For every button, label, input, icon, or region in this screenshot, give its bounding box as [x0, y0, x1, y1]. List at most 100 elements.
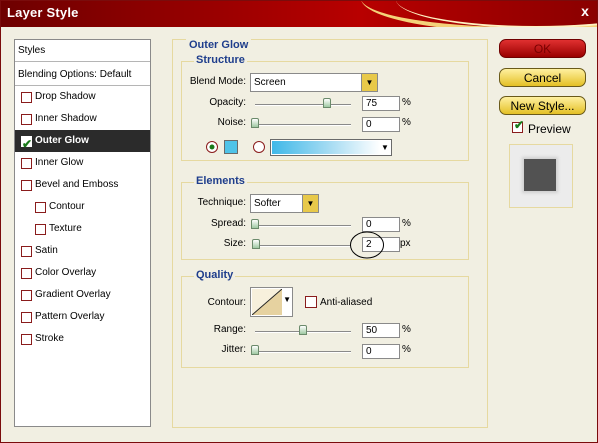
size-label: Size: — [223, 238, 246, 249]
anti-aliased-checkbox[interactable] — [305, 296, 317, 308]
opacity-slider-thumb[interactable] — [323, 98, 331, 108]
ok-button[interactable]: OK — [499, 39, 586, 58]
style-checkbox[interactable]: ✔ — [21, 136, 32, 151]
style-item-satin[interactable]: Satin — [15, 240, 150, 262]
jitter-input[interactable]: 0 — [362, 344, 400, 359]
preview-label: Preview — [528, 122, 571, 136]
style-item-label: Pattern Overlay — [35, 311, 105, 322]
close-icon[interactable]: x — [578, 4, 592, 18]
preview-thumbnail — [509, 144, 573, 208]
style-item-contour[interactable]: Contour — [15, 196, 150, 218]
gradient-radio[interactable] — [252, 140, 266, 154]
style-item-label: Stroke — [35, 333, 64, 344]
style-item-label: Texture — [49, 223, 82, 234]
styles-list-header-label: Styles — [18, 45, 46, 56]
chevron-down-icon: ▼ — [302, 195, 318, 212]
style-checkbox[interactable] — [21, 180, 32, 191]
style-item-texture[interactable]: Texture — [15, 218, 150, 240]
style-item-label: Drop Shadow — [35, 91, 96, 102]
spread-unit: % — [402, 218, 411, 229]
size-slider-thumb[interactable] — [252, 239, 260, 249]
style-item-label: Outer Glow — [35, 135, 89, 146]
blend-mode-select[interactable]: Screen ▼ — [250, 73, 378, 92]
jitter-unit: % — [402, 344, 411, 355]
checkmark-icon: ✔ — [514, 118, 525, 132]
style-item-bevel-and-emboss[interactable]: Bevel and Emboss — [15, 174, 150, 196]
style-checkbox[interactable] — [21, 246, 32, 257]
opacity-slider[interactable] — [255, 104, 351, 106]
noise-slider-thumb[interactable] — [251, 118, 259, 128]
spread-label: Spread: — [210, 218, 246, 229]
contour-picker[interactable]: ▼ — [250, 287, 293, 317]
quality-title: Quality — [194, 269, 236, 281]
style-item-drop-shadow[interactable]: Drop Shadow — [15, 86, 150, 108]
range-input[interactable]: 50 — [362, 323, 400, 338]
style-item-label: Contour — [49, 201, 85, 212]
structure-title: Structure — [194, 54, 247, 66]
style-item-label: Inner Glow — [35, 157, 84, 168]
range-unit: % — [402, 324, 411, 335]
style-checkbox[interactable] — [21, 92, 32, 103]
noise-unit: % — [402, 117, 411, 128]
style-item-label: Color Overlay — [35, 267, 97, 278]
style-checkbox[interactable] — [21, 290, 32, 301]
style-item-inner-glow[interactable]: Inner Glow — [15, 152, 150, 174]
opacity-label: Opacity: — [209, 97, 246, 108]
new-style-button[interactable]: New Style... — [499, 96, 586, 115]
style-checkbox[interactable] — [21, 114, 32, 125]
style-item-inner-shadow[interactable]: Inner Shadow — [15, 108, 150, 130]
style-checkbox[interactable] — [21, 158, 32, 169]
style-checkbox[interactable] — [35, 224, 46, 235]
style-item-pattern-overlay[interactable]: Pattern Overlay — [15, 306, 150, 328]
contour-dropdown-icon[interactable]: ▼ — [283, 295, 291, 304]
style-item-color-overlay[interactable]: Color Overlay — [15, 262, 150, 284]
outer-glow-title: Outer Glow — [186, 39, 252, 51]
glow-color-swatch[interactable] — [224, 140, 238, 154]
style-item-label: Inner Shadow — [35, 113, 97, 124]
style-item-label: Satin — [35, 245, 58, 256]
spread-slider[interactable] — [255, 225, 351, 227]
size-slider[interactable] — [255, 245, 351, 247]
style-checkbox[interactable] — [35, 202, 46, 213]
gradient-picker[interactable]: ▼ — [270, 139, 392, 156]
contour-label: Contour: — [207, 297, 246, 308]
size-unit: px — [400, 238, 411, 249]
anti-aliased-label: Anti-aliased — [320, 297, 373, 308]
style-item-label: Blending Options: Default — [18, 69, 132, 80]
preview-checkbox[interactable]: ✔ — [512, 118, 524, 133]
styles-list: Styles Blending Options: Default Drop Sha… — [14, 39, 151, 427]
style-item-label: Gradient Overlay — [35, 289, 111, 300]
jitter-slider-thumb[interactable] — [251, 345, 259, 355]
technique-select[interactable]: Softer ▼ — [250, 194, 319, 213]
window-title: Layer Style — [7, 5, 79, 20]
style-checkbox[interactable] — [21, 312, 32, 323]
contour-curve-icon — [252, 289, 282, 315]
range-slider-thumb[interactable] — [299, 325, 307, 335]
style-item-outer-glow[interactable]: ✔ Outer Glow — [15, 130, 150, 152]
noise-label: Noise: — [217, 117, 246, 128]
style-item-label: Bevel and Emboss — [35, 179, 119, 190]
size-highlight-circle — [350, 231, 384, 259]
cancel-button[interactable]: Cancel — [499, 68, 586, 87]
style-item-stroke[interactable]: Stroke — [15, 328, 150, 350]
noise-input[interactable]: 0 — [362, 117, 400, 132]
style-checkbox[interactable] — [21, 334, 32, 345]
spread-slider-thumb[interactable] — [251, 219, 259, 229]
title-bar[interactable]: Layer Style x — [1, 1, 597, 27]
elements-title: Elements — [194, 175, 247, 187]
noise-slider[interactable] — [255, 124, 351, 126]
opacity-unit: % — [402, 97, 411, 108]
style-checkbox[interactable] — [21, 268, 32, 279]
jitter-slider[interactable] — [255, 351, 351, 353]
chevron-down-icon: ▼ — [361, 74, 377, 91]
blend-mode-value: Screen — [254, 77, 286, 88]
opacity-input[interactable]: 75 — [362, 96, 400, 111]
style-item-blending-options-default[interactable]: Blending Options: Default — [15, 64, 150, 86]
range-label: Range: — [213, 324, 246, 335]
color-radio-selected[interactable] — [205, 140, 219, 154]
blend-mode-label: Blend Mode: — [189, 76, 246, 87]
gradient-dropdown-icon[interactable]: ▼ — [380, 140, 390, 155]
styles-list-header[interactable]: Styles — [15, 40, 150, 62]
style-item-gradient-overlay[interactable]: Gradient Overlay — [15, 284, 150, 306]
gradient-preview — [272, 141, 380, 154]
